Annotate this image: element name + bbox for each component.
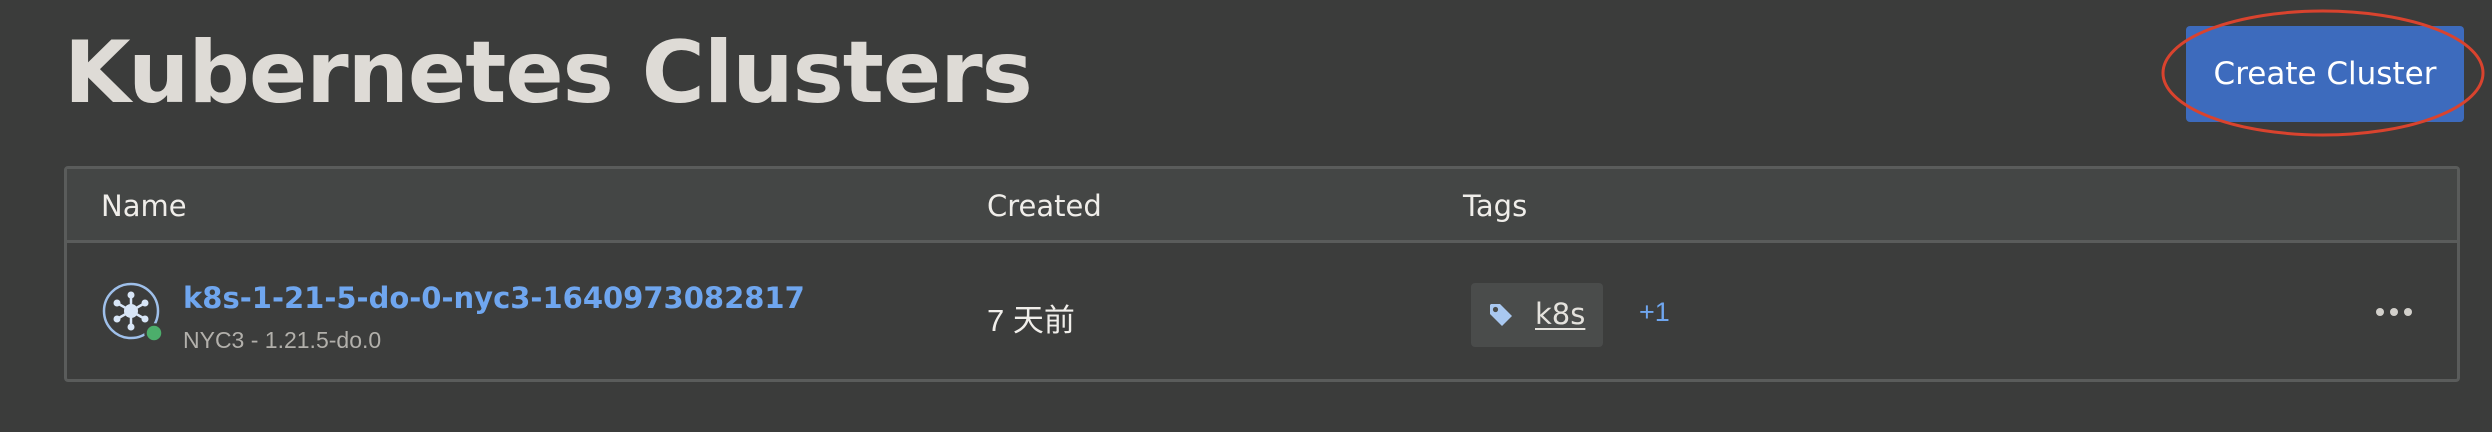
tag-chip[interactable]: k8s xyxy=(1471,283,1603,347)
ellipsis-icon[interactable] xyxy=(2371,297,2417,327)
create-cluster-button[interactable]: Create Cluster xyxy=(2186,26,2464,122)
cluster-name-link[interactable]: k8s-1-21-5-do-0-nyc3-1640973082817 xyxy=(183,281,805,315)
tag-icon xyxy=(1490,304,1512,326)
status-indicator xyxy=(144,323,164,343)
table-row: k8s-1-21-5-do-0-nyc3-1640973082817 NYC3 … xyxy=(67,243,2457,379)
tag-label: k8s xyxy=(1535,297,1586,331)
page-title: Kubernetes Clusters xyxy=(64,23,1033,123)
column-header-tags: Tags xyxy=(1463,189,1528,223)
more-tags-count[interactable]: +1 xyxy=(1639,297,1670,328)
clusters-table: Name Created Tags k8s-1-21-5-do-0-nyc3-1 xyxy=(64,166,2460,382)
kubernetes-cluster-icon xyxy=(102,282,164,343)
column-header-name[interactable]: Name xyxy=(101,169,187,243)
table-header: Name Created Tags xyxy=(67,169,2457,243)
column-header-created[interactable]: Created xyxy=(987,169,1102,243)
create-cluster-button-label: Create Cluster xyxy=(2213,56,2437,92)
cluster-region-version: NYC3 - 1.21.5-do.0 xyxy=(183,327,382,353)
created-time: 7 天前 xyxy=(987,303,1075,338)
